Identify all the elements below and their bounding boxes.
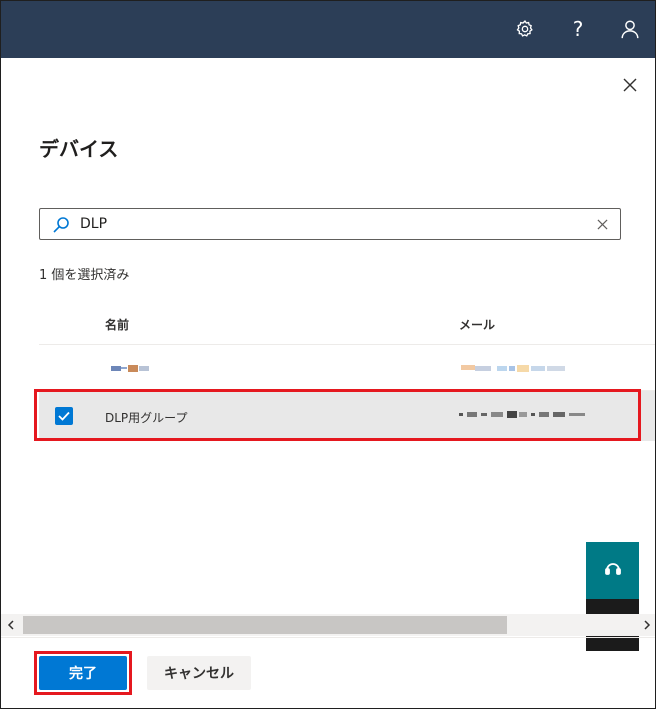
scrollbar-thumb[interactable] xyxy=(23,616,507,634)
cancel-button[interactable]: キャンセル xyxy=(147,656,251,690)
scroll-left-icon[interactable] xyxy=(3,617,19,633)
row-name: DLP用グループ xyxy=(105,411,188,425)
column-header-mail[interactable]: メール xyxy=(459,316,495,333)
horizontal-scrollbar[interactable] xyxy=(1,614,655,636)
help-support-button[interactable] xyxy=(586,542,639,599)
selected-count: 1 個を選択済み xyxy=(39,268,130,283)
scroll-right-icon[interactable] xyxy=(639,617,655,633)
header-divider xyxy=(39,344,655,345)
row-mail-redacted xyxy=(459,411,609,419)
footer-divider xyxy=(1,637,655,638)
table-row[interactable] xyxy=(39,347,655,391)
column-header-name[interactable]: 名前 xyxy=(105,316,129,333)
table-row-selected[interactable]: DLP用グループ xyxy=(39,391,655,441)
help-glyph: ? xyxy=(572,17,584,41)
help-icon[interactable]: ? xyxy=(563,14,593,44)
done-button[interactable]: 完了 xyxy=(39,656,127,690)
clear-icon[interactable] xyxy=(594,216,610,232)
top-bar: ? xyxy=(1,1,655,58)
user-icon[interactable] xyxy=(615,14,645,44)
search-box[interactable] xyxy=(39,208,621,240)
panel-frame: ? デバイス 1 個を選択済み 名前 メール xyxy=(0,0,656,709)
gear-icon[interactable] xyxy=(510,14,540,44)
row-name-redacted xyxy=(105,365,165,373)
search-input[interactable] xyxy=(80,213,580,235)
row-mail-redacted xyxy=(459,365,599,373)
close-icon[interactable] xyxy=(618,73,642,97)
headset-icon xyxy=(604,560,622,582)
panel-title: デバイス xyxy=(39,137,119,161)
search-icon xyxy=(52,216,70,234)
row-checkbox[interactable] xyxy=(55,407,73,425)
